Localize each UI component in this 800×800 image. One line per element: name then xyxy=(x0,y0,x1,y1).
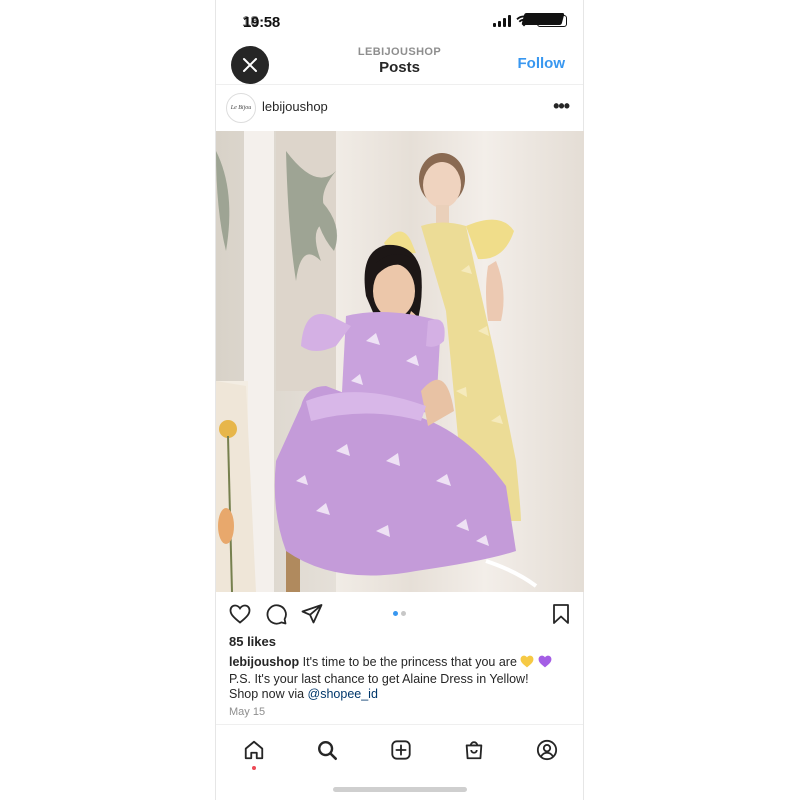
share-button[interactable] xyxy=(300,602,324,631)
signal-icon xyxy=(493,15,511,27)
post-image[interactable] xyxy=(216,131,584,592)
post-header: Le Bijou lebijoushop ••• xyxy=(216,85,583,130)
post-username[interactable]: lebijoushop xyxy=(262,99,328,114)
yellow-heart-icon xyxy=(521,655,534,668)
phone-screen: 18 19:58 LEBIJOUSHOP Posts Follow Le Bij… xyxy=(215,0,584,800)
save-button[interactable] xyxy=(549,602,573,631)
follow-button[interactable]: Follow xyxy=(518,55,566,72)
purple-heart-icon xyxy=(538,655,552,668)
notification-dot xyxy=(252,766,256,770)
comment-icon xyxy=(266,604,287,625)
share-icon xyxy=(301,604,323,624)
status-time: 19:58 xyxy=(243,14,280,31)
shop-icon xyxy=(465,741,483,760)
home-icon xyxy=(244,740,264,760)
caption-line3: Shop now via xyxy=(229,687,308,701)
tab-search[interactable] xyxy=(314,737,340,763)
home-indicator xyxy=(333,787,467,792)
nav-header: LEBIJOUSHOP Posts Follow xyxy=(216,40,583,85)
like-button[interactable] xyxy=(228,602,252,631)
post-caption: lebijoushop It's time to be the princess… xyxy=(229,655,574,702)
post-actions xyxy=(216,600,583,628)
carousel-dot-active xyxy=(393,611,398,616)
carousel-dot xyxy=(401,611,406,616)
tab-bar xyxy=(216,724,583,773)
search-icon xyxy=(318,741,337,760)
more-options-icon[interactable]: ••• xyxy=(553,96,570,117)
avatar[interactable]: Le Bijou xyxy=(226,93,256,123)
tab-create[interactable] xyxy=(388,737,414,763)
comment-button[interactable] xyxy=(264,602,288,631)
post-date: May 15 xyxy=(229,706,266,718)
tab-home[interactable] xyxy=(241,737,267,770)
status-bar: 18 19:58 xyxy=(216,0,583,40)
profile-icon xyxy=(536,739,558,761)
carousel-indicator xyxy=(393,611,406,616)
caption-line1: It's time to be the princess that you ar… xyxy=(302,655,517,669)
avatar-text: Le Bijou xyxy=(230,105,252,111)
mention-link[interactable]: @shopee_id xyxy=(308,687,378,701)
tab-profile[interactable] xyxy=(534,737,560,763)
tab-shop[interactable] xyxy=(461,737,487,763)
heart-icon xyxy=(229,604,251,624)
post-photo-illustration xyxy=(216,131,584,592)
likes-count[interactable]: 85 likes xyxy=(229,634,276,649)
caption-username[interactable]: lebijoushop xyxy=(229,655,299,669)
bookmark-icon xyxy=(553,604,569,624)
heart-emojis xyxy=(520,655,552,672)
create-icon xyxy=(391,740,411,760)
caption-line2: P.S. It's your last chance to get Alaine… xyxy=(229,672,529,686)
redaction-mark xyxy=(521,13,565,25)
